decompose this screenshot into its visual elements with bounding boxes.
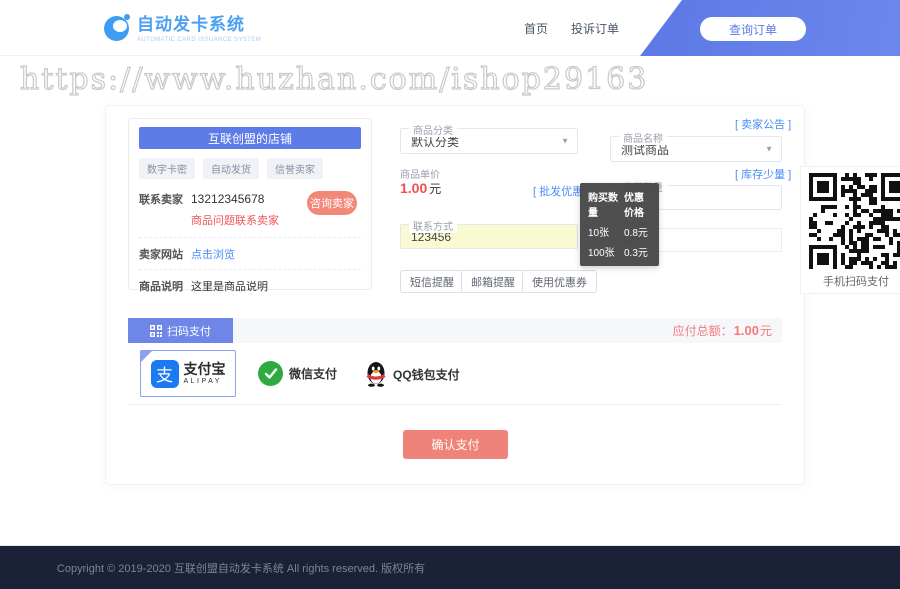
header: 自动发卡系统 AUTOMATIC CARD ISSUANCE SYSTEM 首页… <box>0 0 900 56</box>
tab-scan-pay[interactable]: 扫码支付 <box>128 318 233 343</box>
qq-wallet-label: QQ钱包支付 <box>393 366 460 383</box>
qr-code <box>809 173 900 269</box>
qr-icon <box>150 325 162 337</box>
store-tag: 自动发货 <box>203 158 259 179</box>
tooltip-price-header: 优惠价格 <box>624 189 651 219</box>
copyright-text: Copyright © 2019-2020 互联创盟自动发卡系统 All rig… <box>0 560 482 576</box>
sms-reminder-button[interactable]: 短信提醒 <box>400 270 464 293</box>
qr-panel-label: 手机扫码支付 <box>801 273 900 289</box>
product-desc-value: 这里是商品说明 <box>191 281 268 293</box>
tooltip-price: 0.3元 <box>624 244 651 259</box>
selected-corner-badge <box>141 351 152 362</box>
logo-title: 自动发卡系统 <box>137 10 261 35</box>
tooltip-qty: 100张 <box>588 244 624 259</box>
wechat-pay-label: 微信支付 <box>289 365 337 382</box>
nav-item-complaint-order[interactable]: 投诉订单 <box>571 0 619 56</box>
payment-method-wechat[interactable]: 微信支付 <box>258 361 337 386</box>
category-label: 商品分类 <box>409 122 457 137</box>
store-tag: 数字卡密 <box>139 158 195 179</box>
alipay-icon: 支 <box>151 360 179 388</box>
wholesale-tooltip: 购买数量 优惠价格 10张 0.8元 100张 0.3元 <box>580 183 659 266</box>
total-payable: 应付总额：1.00元 <box>673 318 772 343</box>
store-tag: 信誉卖家 <box>267 158 323 179</box>
product-desc-label: 商品说明 <box>139 281 183 293</box>
product-desc-row: 商品说明这里是商品说明 <box>139 269 361 301</box>
footer: Copyright © 2019-2020 互联创盟自动发卡系统 All rig… <box>0 545 900 589</box>
confirm-pay-button[interactable]: 确认支付 <box>403 430 508 459</box>
logo-icon <box>104 14 131 41</box>
chevron-down-icon: ▼ <box>561 137 569 146</box>
watermark-url: https://www.huzhan.com/ishop29163 <box>20 62 648 97</box>
browse-link[interactable]: 点击浏览 <box>191 249 235 261</box>
contact-method-label: 联系方式 <box>409 218 457 233</box>
store-panel: 互联创盟的店铺 数字卡密 自动发货 信誉卖家 联系卖家 13212345678 商… <box>128 118 372 290</box>
use-coupon-button[interactable]: 使用优惠券 <box>522 270 597 293</box>
alipay-label: 支付宝 <box>184 362 226 376</box>
tooltip-qty-header: 购买数量 <box>588 189 624 219</box>
payment-method-qq[interactable]: QQ钱包支付 <box>365 361 460 387</box>
unit-price-label: 商品单价 <box>400 166 440 181</box>
contact-seller-row: 联系卖家13212345678 商品问题联系卖家 咨询卖家 <box>139 183 361 237</box>
category-select[interactable]: 商品分类 默认分类 ▼ <box>400 128 578 154</box>
payment-tabbar: 扫码支付 应付总额：1.00元 <box>128 318 782 343</box>
tab-scan-pay-label: 扫码支付 <box>167 323 211 339</box>
logo[interactable]: 自动发卡系统 AUTOMATIC CARD ISSUANCE SYSTEM <box>104 10 261 43</box>
seller-website-label: 卖家网站 <box>139 249 183 261</box>
consult-seller-button[interactable]: 咨询卖家 <box>307 191 357 215</box>
seller-phone: 13212345678 <box>191 192 264 206</box>
seller-website-row: 卖家网站点击浏览 <box>139 237 361 269</box>
unit-price-value: 1.00元 <box>400 180 441 197</box>
product-name-label: 商品名称 <box>619 130 667 145</box>
contact-method-field[interactable]: 联系方式 <box>400 224 578 249</box>
mobile-qr-panel: 手机扫码支付 <box>800 166 900 294</box>
store-title: 互联创盟的店铺 <box>139 127 361 149</box>
chevron-down-icon: ▼ <box>765 145 773 154</box>
tooltip-price: 0.8元 <box>624 224 651 239</box>
product-select[interactable]: 商品名称 测试商品 ▼ <box>610 136 782 162</box>
email-reminder-button[interactable]: 邮箱提醒 <box>461 270 525 293</box>
alipay-sublabel: ALIPAY <box>184 378 226 385</box>
page: 自动发卡系统 AUTOMATIC CARD ISSUANCE SYSTEM 首页… <box>0 0 900 589</box>
store-tags: 数字卡密 自动发货 信誉卖家 <box>139 158 361 179</box>
tooltip-qty: 10张 <box>588 224 624 239</box>
qq-wallet-icon <box>365 361 387 387</box>
low-stock-link[interactable]: [ 库存少量 ] <box>735 166 791 182</box>
payment-methods: 支 支付宝 ALIPAY 微信支付 QQ钱包支付 <box>128 343 782 405</box>
payment-method-alipay[interactable]: 支 支付宝 ALIPAY <box>140 350 236 397</box>
contact-seller-label: 联系卖家 <box>139 194 183 206</box>
query-order-button[interactable]: 查询订单 <box>700 17 806 41</box>
logo-subtitle: AUTOMATIC CARD ISSUANCE SYSTEM <box>137 37 261 43</box>
nav-item-home[interactable]: 首页 <box>524 0 548 56</box>
seller-notice-link[interactable]: [ 卖家公告 ] <box>735 116 791 132</box>
wechat-pay-icon <box>258 361 283 386</box>
